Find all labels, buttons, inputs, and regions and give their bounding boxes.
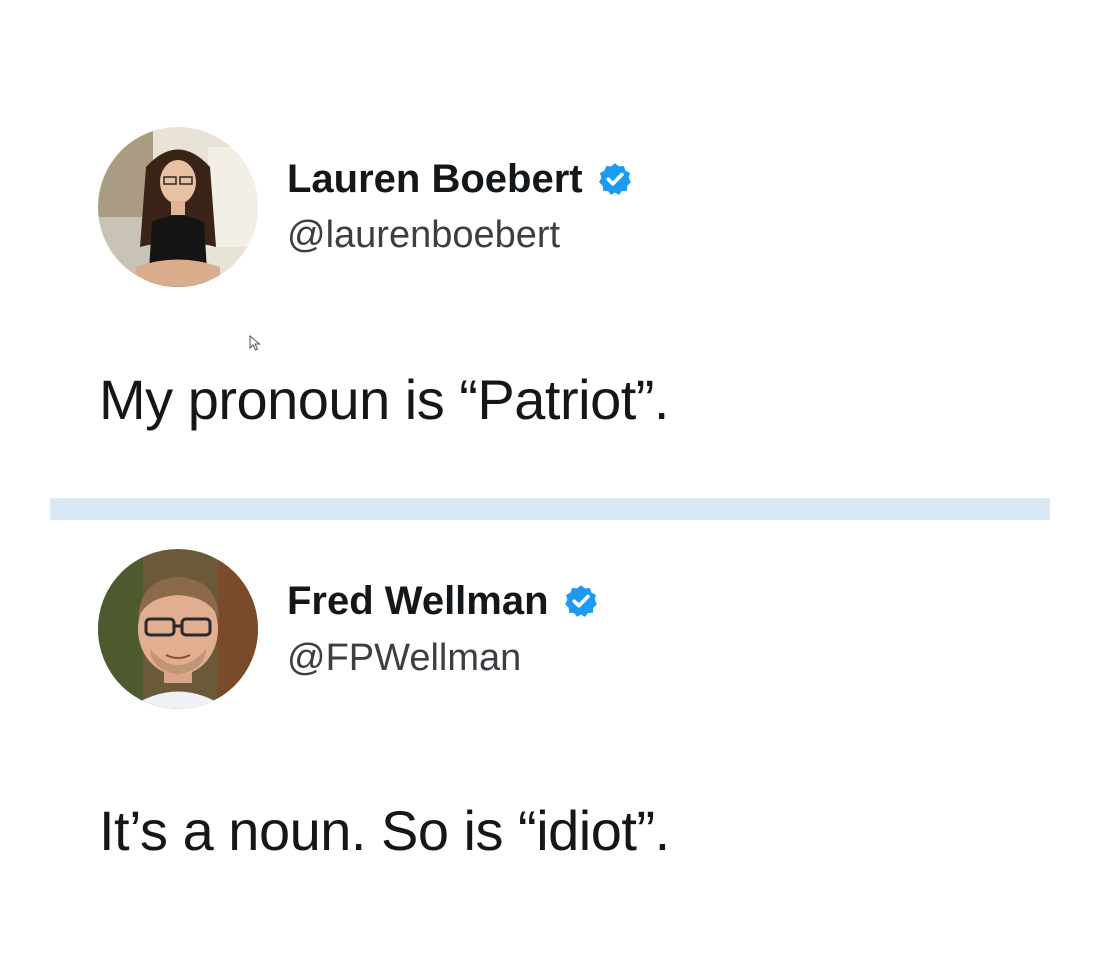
user-handle[interactable]: @laurenboebert: [287, 213, 560, 257]
tweet-fred-wellman[interactable]: Fred Wellman @FPWellman It’s a noun. So …: [0, 520, 1100, 980]
verified-badge-icon: [563, 583, 599, 619]
tweet-lauren-boebert[interactable]: Lauren Boebert @laurenboebert My pronoun…: [0, 0, 1100, 490]
divider: [50, 498, 1050, 520]
verified-badge-icon: [597, 161, 633, 197]
tweet-text: My pronoun is “Patriot”.: [99, 368, 669, 431]
display-name[interactable]: Fred Wellman: [287, 577, 549, 625]
tweet-text: It’s a noun. So is “idiot”.: [99, 799, 670, 862]
mouse-cursor-icon: [249, 335, 261, 351]
display-name[interactable]: Lauren Boebert: [287, 155, 583, 203]
name-row: Fred Wellman: [287, 577, 599, 625]
avatar-lauren-boebert[interactable]: [98, 127, 258, 287]
user-handle[interactable]: @FPWellman: [287, 636, 521, 680]
avatar-image: [98, 549, 258, 709]
name-row: Lauren Boebert: [287, 155, 633, 203]
avatar-fred-wellman[interactable]: [98, 549, 258, 709]
avatar-image: [98, 127, 258, 287]
